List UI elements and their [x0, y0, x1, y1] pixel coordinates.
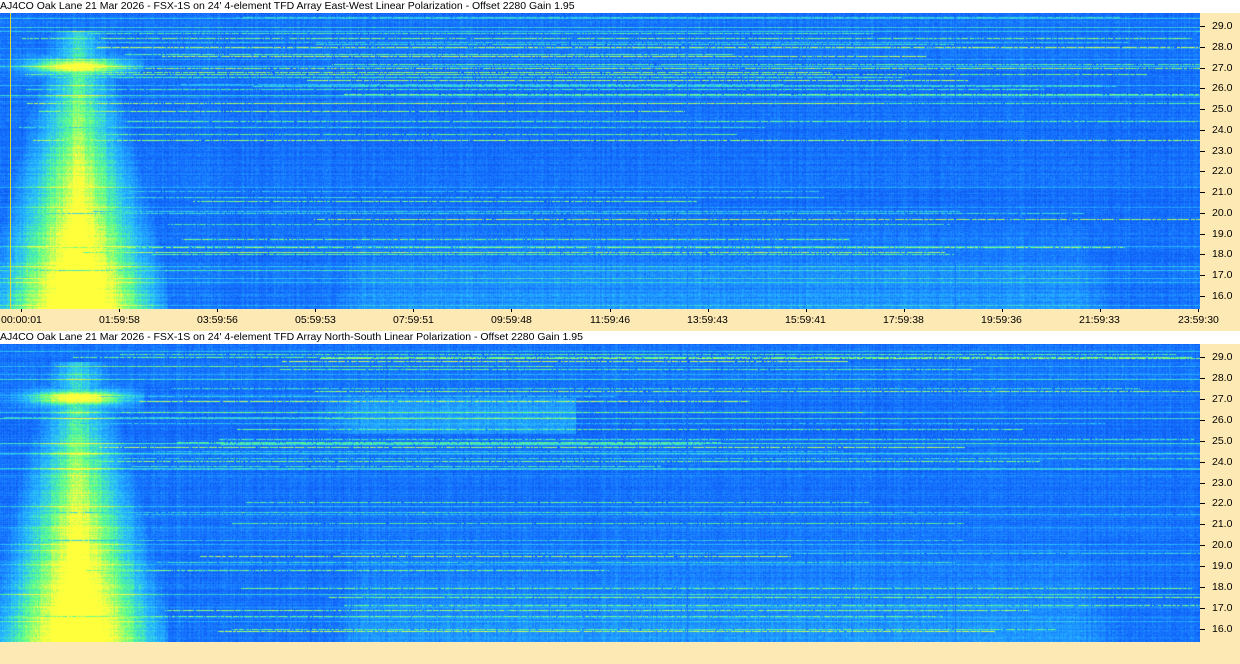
- y-tick-label: 19.0: [1212, 560, 1233, 572]
- y-tick: [1200, 254, 1205, 255]
- y-tick: [1200, 275, 1205, 276]
- frequency-axis-ns: 29.0 28.0 27.0 26.0 25.0 24.0 23.0 22.0 21.0 20.0…: [1200, 344, 1240, 642]
- y-tick: [1200, 420, 1205, 421]
- x-tick: [315, 309, 316, 312]
- time-marker-line: [10, 13, 11, 309]
- y-tick-label: 29.0: [1212, 20, 1233, 32]
- x-tick-label: 01:59:58: [99, 314, 140, 326]
- y-tick: [1200, 357, 1205, 358]
- y-tick-label: 18.0: [1212, 248, 1233, 260]
- y-tick-label: 24.0: [1212, 456, 1233, 468]
- spectrogram-ns: [0, 344, 1200, 642]
- x-tick: [511, 309, 512, 312]
- y-tick-label: 16.0: [1212, 290, 1233, 302]
- y-tick: [1200, 130, 1205, 131]
- y-tick-label: 29.0: [1212, 351, 1233, 363]
- x-tick-label: 13:59:43: [687, 314, 728, 326]
- y-tick: [1200, 171, 1205, 172]
- spectrogram-canvas-ew: [0, 13, 1200, 309]
- y-tick-label: 25.0: [1212, 435, 1233, 447]
- x-tick-label: 11:59:46: [590, 314, 631, 326]
- y-tick-label: 22.0: [1212, 165, 1233, 177]
- x-tick: [413, 309, 414, 312]
- x-tick-label: 09:59:48: [491, 314, 532, 326]
- y-tick: [1200, 234, 1205, 235]
- x-tick: [1100, 309, 1101, 312]
- y-tick-label: 27.0: [1212, 393, 1233, 405]
- y-tick-label: 21.0: [1212, 518, 1233, 530]
- y-tick-label: 19.0: [1212, 228, 1233, 240]
- y-tick: [1200, 503, 1205, 504]
- y-tick: [1200, 151, 1205, 152]
- y-tick: [1200, 608, 1205, 609]
- y-tick: [1200, 26, 1205, 27]
- x-tick: [806, 309, 807, 312]
- y-tick-label: 21.0: [1212, 186, 1233, 198]
- panel-title-ew: AJ4CO Oak Lane 21 Mar 2026 - FSX-1S on 2…: [0, 0, 1240, 13]
- y-tick: [1200, 47, 1205, 48]
- y-tick-label: 17.0: [1212, 602, 1233, 614]
- y-tick: [1200, 629, 1205, 630]
- y-tick: [1200, 524, 1205, 525]
- y-tick-label: 20.0: [1212, 539, 1233, 551]
- x-tick: [1002, 309, 1003, 312]
- y-tick-label: 16.0: [1212, 623, 1233, 635]
- y-tick-label: 24.0: [1212, 124, 1233, 136]
- x-tick: [708, 309, 709, 312]
- time-axis: 00:00:01 01:59:58 03:59:56 05:59:53 07:59:51…: [0, 309, 1240, 331]
- x-tick-label: 23:59:30: [1178, 314, 1219, 326]
- x-tick: [610, 309, 611, 312]
- bottom-strip: [0, 642, 1240, 664]
- y-tick: [1200, 296, 1205, 297]
- x-tick: [904, 309, 905, 312]
- x-tick-label: 05:59:53: [295, 314, 336, 326]
- x-tick-label: 21:59:33: [1079, 314, 1120, 326]
- y-tick: [1200, 399, 1205, 400]
- y-tick: [1200, 88, 1205, 89]
- y-tick-label: 26.0: [1212, 414, 1233, 426]
- y-tick: [1200, 483, 1205, 484]
- spectrogram-ew: [0, 13, 1200, 309]
- x-tick: [217, 309, 218, 312]
- y-tick-label: 25.0: [1212, 103, 1233, 115]
- y-tick: [1200, 109, 1205, 110]
- y-tick: [1200, 378, 1205, 379]
- y-tick-label: 20.0: [1212, 207, 1233, 219]
- y-tick-label: 28.0: [1212, 372, 1233, 384]
- y-tick: [1200, 462, 1205, 463]
- y-tick: [1200, 566, 1205, 567]
- y-tick: [1200, 213, 1205, 214]
- x-tick-label: 15:59:41: [785, 314, 826, 326]
- y-tick: [1200, 68, 1205, 69]
- y-tick-label: 27.0: [1212, 62, 1233, 74]
- x-tick-label: 03:59:56: [197, 314, 238, 326]
- y-tick-label: 26.0: [1212, 82, 1233, 94]
- y-tick-label: 23.0: [1212, 145, 1233, 157]
- y-tick: [1200, 441, 1205, 442]
- x-tick-label: 00:00:01: [1, 314, 42, 326]
- y-tick: [1200, 545, 1205, 546]
- y-tick-label: 28.0: [1212, 41, 1233, 53]
- x-tick-label: 17:59:38: [883, 314, 924, 326]
- x-tick: [1198, 309, 1199, 312]
- y-tick-label: 18.0: [1212, 581, 1233, 593]
- x-tick-label: 19:59:36: [981, 314, 1022, 326]
- panel-title-ns: AJ4CO Oak Lane 21 Mar 2026 - FSX-1S on 2…: [0, 331, 1240, 344]
- spectrogram-canvas-ns: [0, 344, 1200, 642]
- y-tick: [1200, 587, 1205, 588]
- x-tick: [119, 309, 120, 312]
- y-tick-label: 23.0: [1212, 477, 1233, 489]
- y-tick-label: 22.0: [1212, 497, 1233, 509]
- x-tick: [21, 309, 22, 312]
- y-tick-label: 17.0: [1212, 269, 1233, 281]
- frequency-axis-ew: 29.0 28.0 27.0 26.0 25.0 24.0 23.0 22.0 21.0 20.0…: [1200, 13, 1240, 309]
- y-tick: [1200, 192, 1205, 193]
- x-tick-label: 07:59:51: [393, 314, 434, 326]
